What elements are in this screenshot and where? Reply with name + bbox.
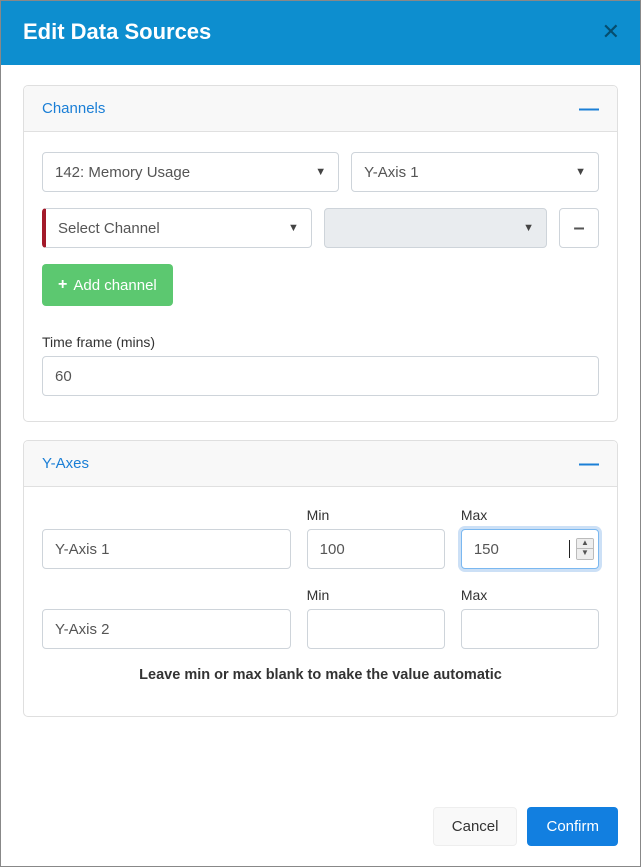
- channels-panel: Channels — 142: Memory Usage ▼ Y-Axis 1 …: [23, 85, 618, 422]
- yaxes-panel-title: Y-Axes: [42, 455, 89, 472]
- modal-body: Channels — 142: Memory Usage ▼ Y-Axis 1 …: [1, 65, 640, 793]
- yaxis-row: Y-Axis 2 Min Max: [42, 587, 599, 649]
- yaxis-min-input[interactable]: 100: [307, 529, 445, 569]
- timeframe-group: Time frame (mins) 60: [42, 334, 599, 396]
- modal-title: Edit Data Sources: [23, 19, 211, 45]
- channels-panel-header[interactable]: Channels —: [24, 86, 617, 132]
- yaxes-hint: Leave min or max blank to make the value…: [42, 667, 599, 683]
- axis-select-value: Y-Axis 1: [364, 164, 418, 181]
- edit-data-sources-modal: Edit Data Sources ✕ Channels — 142: Memo…: [0, 0, 641, 867]
- chevron-down-icon: ▼: [523, 222, 534, 234]
- yaxes-panel: Y-Axes — Y-Axis 1 Min 100: [23, 440, 618, 717]
- timeframe-label: Time frame (mins): [42, 334, 599, 350]
- timeframe-value: 60: [55, 368, 72, 385]
- yaxis-name-value: Y-Axis 2: [55, 621, 109, 638]
- modal-footer: Cancel Confirm: [1, 793, 640, 866]
- yaxis-name-input[interactable]: Y-Axis 2: [42, 609, 291, 649]
- minus-icon[interactable]: —: [579, 459, 599, 469]
- channel-select[interactable]: 142: Memory Usage ▼: [42, 152, 339, 192]
- channel-row: 142: Memory Usage ▼ Y-Axis 1 ▼: [42, 152, 599, 192]
- chevron-down-icon: ▼: [315, 166, 326, 178]
- minus-icon[interactable]: —: [579, 104, 599, 114]
- yaxis-row: Y-Axis 1 Min 100 Max 150: [42, 507, 599, 569]
- spinner-down-icon[interactable]: ▼: [577, 549, 593, 559]
- channels-panel-title: Channels: [42, 100, 105, 117]
- close-icon[interactable]: ✕: [602, 21, 620, 43]
- channels-panel-body: 142: Memory Usage ▼ Y-Axis 1 ▼ Select Ch…: [24, 132, 617, 421]
- remove-channel-button[interactable]: –: [559, 208, 599, 248]
- yaxes-panel-body: Y-Axis 1 Min 100 Max 150: [24, 487, 617, 716]
- yaxis-max-value: 150: [474, 541, 499, 558]
- text-cursor: [569, 540, 570, 558]
- yaxis-min-input[interactable]: [307, 609, 445, 649]
- cancel-button[interactable]: Cancel: [433, 807, 518, 846]
- minus-icon: –: [573, 217, 584, 240]
- axis-select[interactable]: Y-Axis 1 ▼: [351, 152, 599, 192]
- min-label: Min: [307, 507, 445, 523]
- yaxis-name-value: Y-Axis 1: [55, 541, 109, 558]
- max-label: Max: [461, 587, 599, 603]
- channel-row: Select Channel ▼ ▼ –: [42, 208, 599, 248]
- max-label: Max: [461, 507, 599, 523]
- plus-icon: +: [58, 276, 67, 294]
- cancel-label: Cancel: [452, 818, 499, 835]
- timeframe-input[interactable]: 60: [42, 356, 599, 396]
- chevron-down-icon: ▼: [288, 222, 299, 234]
- confirm-label: Confirm: [546, 818, 599, 835]
- yaxis-name-input[interactable]: Y-Axis 1: [42, 529, 291, 569]
- add-channel-button[interactable]: + Add channel: [42, 264, 173, 306]
- channel-select-value: Select Channel: [58, 220, 160, 237]
- chevron-down-icon: ▼: [575, 166, 586, 178]
- yaxis-max-input[interactable]: [461, 609, 599, 649]
- number-spinner: ▲ ▼: [576, 538, 594, 560]
- channel-select[interactable]: Select Channel ▼: [42, 208, 312, 248]
- min-label: Min: [307, 587, 445, 603]
- channel-select-value: 142: Memory Usage: [55, 164, 190, 181]
- confirm-button[interactable]: Confirm: [527, 807, 618, 846]
- yaxes-panel-header[interactable]: Y-Axes —: [24, 441, 617, 487]
- add-channel-label: Add channel: [73, 277, 156, 294]
- yaxis-max-input[interactable]: 150 ▲ ▼: [461, 529, 599, 569]
- axis-select-disabled: ▼: [324, 208, 547, 248]
- modal-header: Edit Data Sources ✕: [1, 1, 640, 65]
- yaxis-min-value: 100: [320, 541, 345, 558]
